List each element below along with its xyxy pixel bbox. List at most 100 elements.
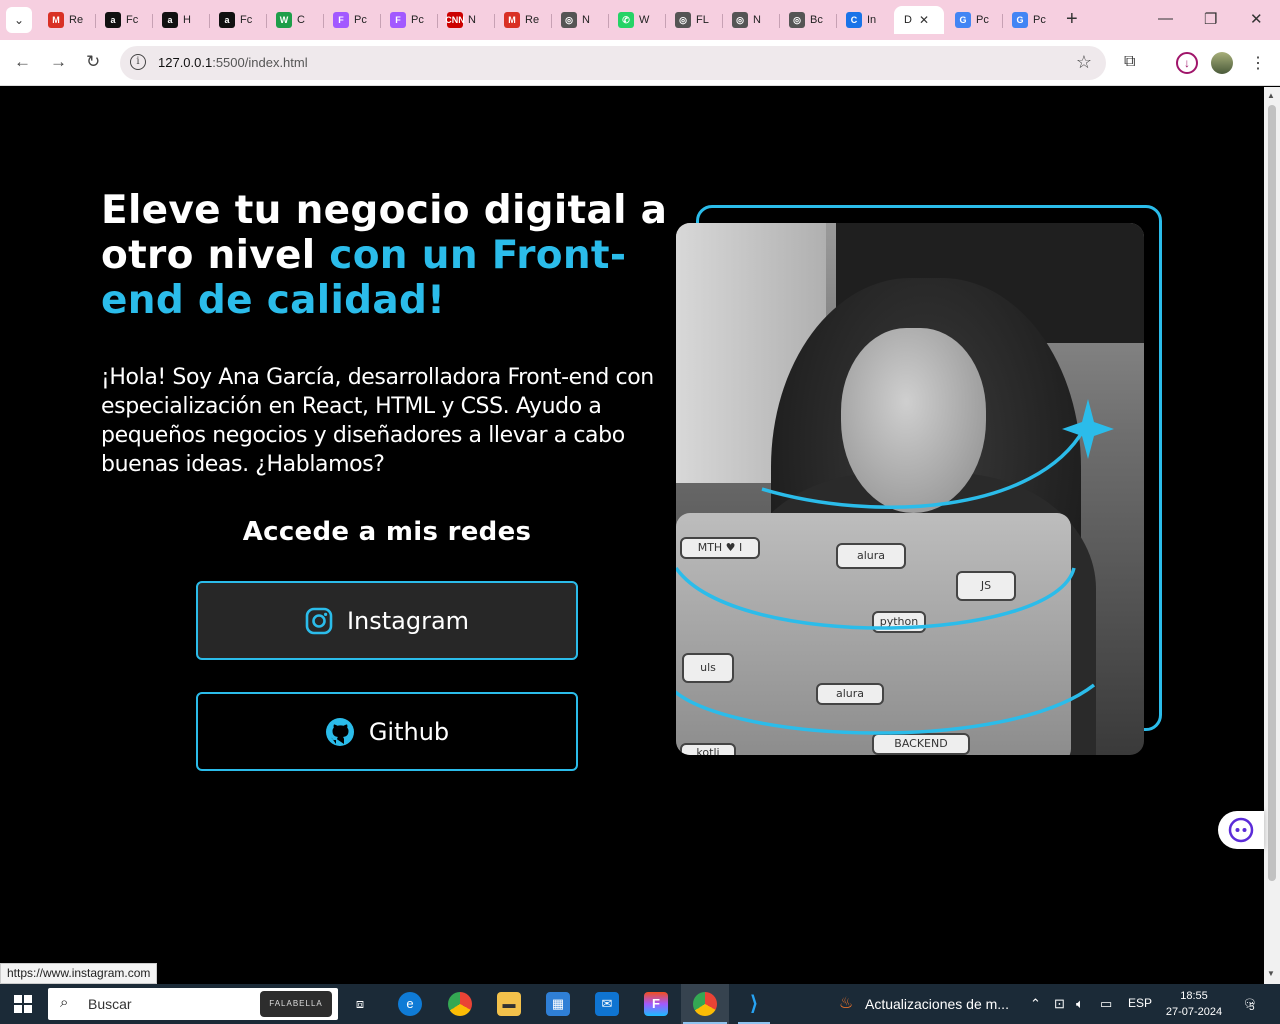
network-icon[interactable]: ▭: [1100, 996, 1112, 1012]
tab-favicon-icon: F: [390, 12, 406, 28]
tab-favicon-icon: CNN: [445, 12, 465, 28]
browser-tab[interactable]: M Re: [494, 6, 551, 34]
github-label: Github: [368, 717, 450, 746]
notification-count: 5: [1249, 1002, 1255, 1013]
profile-avatar[interactable]: [1211, 52, 1233, 74]
browser-tab[interactable]: M Re: [38, 6, 95, 34]
browser-tab[interactable]: G Pc: [945, 6, 1002, 34]
scroll-down-arrow-icon[interactable]: ▼: [1267, 969, 1275, 978]
browser-tab[interactable]: ◎ N: [722, 6, 779, 34]
minimize-button[interactable]: —: [1158, 10, 1173, 27]
taskbar-search[interactable]: ⌕ Buscar FALABELLA: [48, 988, 338, 1020]
tab-search-button[interactable]: ⌄: [6, 7, 32, 33]
download-icon[interactable]: ↓: [1176, 52, 1198, 74]
chrome-active-icon[interactable]: [693, 992, 717, 1016]
tab-title: Pc: [976, 14, 989, 26]
tab-favicon-icon: ◎: [732, 12, 748, 28]
site-info-icon[interactable]: i: [130, 54, 146, 70]
close-window-button[interactable]: ✕: [1250, 10, 1263, 28]
tray-overflow-chevron-icon[interactable]: ⌃: [1030, 996, 1041, 1012]
browser-tab[interactable]: G Pc: [1002, 6, 1059, 34]
menu-kebab-icon[interactable]: ⋮: [1250, 53, 1266, 73]
language-indicator[interactable]: ESP: [1128, 996, 1152, 1010]
tab-title: Pc: [354, 14, 367, 26]
start-button[interactable]: [14, 995, 32, 1013]
extensions-icon[interactable]: ⧉: [1124, 53, 1135, 71]
social-section-title: Accede a mis redes: [242, 517, 532, 547]
tab-title: N: [582, 14, 590, 26]
github-button[interactable]: Github: [196, 692, 578, 771]
search-highlight-badge[interactable]: FALABELLA: [260, 991, 332, 1017]
tab-title: N: [753, 14, 761, 26]
system-clock[interactable]: 18:55 27-07-2024: [1163, 988, 1225, 1020]
forward-button[interactable]: →: [50, 52, 67, 72]
tab-title: H: [183, 14, 191, 26]
mail-icon[interactable]: ✉: [595, 992, 619, 1016]
windows-taskbar: ⌕ Buscar FALABELLA ⧈ e ▬ ▦ ✉ F ⟩ ♨ Actua…: [0, 984, 1280, 1024]
notification-center-button[interactable]: 💬︎ 5: [1240, 994, 1260, 1014]
instagram-button[interactable]: Instagram: [196, 581, 578, 660]
intro-paragraph: ¡Hola! Soy Ana García, desarrolladora Fr…: [101, 365, 654, 477]
back-button[interactable]: ←: [14, 52, 31, 72]
chrome-icon[interactable]: [448, 992, 472, 1016]
tab-title: Re: [525, 14, 540, 26]
tab-favicon-icon: F: [333, 12, 349, 28]
tab-favicon-icon: M: [48, 12, 64, 28]
tab-close-icon[interactable]: ✕: [919, 13, 929, 27]
search-placeholder: Buscar: [88, 996, 132, 1012]
edge-icon[interactable]: e: [398, 992, 422, 1016]
vertical-scrollbar[interactable]: ▲ ▼: [1264, 87, 1280, 984]
tab-favicon-icon: M: [504, 12, 520, 28]
restore-button[interactable]: ❐: [1204, 10, 1217, 28]
volume-icon[interactable]: 🔈︎: [1076, 996, 1084, 1012]
browser-tab[interactable]: ◎ Bc: [779, 6, 836, 34]
vscode-icon[interactable]: ⟩: [742, 992, 766, 1016]
browser-tab[interactable]: ◎ FL: [665, 6, 722, 34]
portrait-image: MTH ♥ Ialura JS python alura BACKEND uls kotli: [676, 223, 1144, 755]
assistant-bubble-button[interactable]: [1218, 811, 1264, 849]
file-explorer-icon[interactable]: ▬: [497, 992, 521, 1016]
browser-tab[interactable]: F Pc: [323, 6, 380, 34]
instagram-label: Instagram: [346, 606, 470, 635]
news-notification-text[interactable]: Actualizaciones de m...: [865, 996, 1009, 1012]
browser-tab[interactable]: a Fc: [95, 6, 152, 34]
scrollbar-thumb[interactable]: [1268, 105, 1276, 881]
hero-photo: MTH ♥ Ialura JS python alura BACKEND uls kotli: [676, 205, 1164, 755]
store-icon[interactable]: ▦: [546, 992, 570, 1016]
browser-tab[interactable]: WC: [266, 6, 323, 34]
tab-favicon-icon: a: [219, 12, 235, 28]
figma-icon[interactable]: F: [644, 992, 668, 1016]
new-tab-button[interactable]: +: [1066, 9, 1078, 29]
meet-icon[interactable]: ⊡: [1054, 996, 1065, 1012]
browser-tab[interactable]: aH: [152, 6, 209, 34]
orbit-lines-decoration: [676, 399, 1114, 735]
tab-title: D: [904, 14, 912, 26]
tab-favicon-icon: ◎: [561, 12, 577, 28]
tab-favicon-icon: G: [955, 12, 971, 28]
url-text[interactable]: 127.0.0.1:5500/index.html: [158, 55, 308, 70]
reload-button[interactable]: ↻: [86, 52, 100, 72]
tab-title: W: [639, 14, 650, 26]
github-icon: [325, 717, 354, 746]
tab-title: Fc: [126, 14, 139, 26]
tab-title: Bc: [810, 14, 823, 26]
task-view-icon[interactable]: ⧈: [348, 992, 372, 1016]
weather-update-icon[interactable]: ♨: [834, 992, 858, 1016]
omnibox[interactable]: i 127.0.0.1:5500/index.html ☆: [120, 46, 1106, 80]
scroll-up-arrow-icon[interactable]: ▲: [1267, 91, 1275, 100]
tab-favicon-icon: ◎: [789, 12, 805, 28]
browser-tab-bar: ⌄ M Re a Fc a Ha Fc W C F Pc F Pc CNN N M Re ◎ N ✆ W ◎ FL ◎ N ◎ Bc…: [0, 0, 1280, 40]
browser-tab[interactable]: D ✕: [894, 6, 944, 34]
browser-tab[interactable]: a Fc: [209, 6, 266, 34]
browser-tab[interactable]: F Pc: [380, 6, 437, 34]
browser-tab[interactable]: ✆ W: [608, 6, 665, 34]
url-host: 127.0.0.1: [158, 55, 213, 70]
address-bar: ← → ↻ i 127.0.0.1:5500/index.html ☆ ⧉ ↓ …: [0, 40, 1280, 86]
clock-time: 18:55: [1180, 990, 1208, 1002]
browser-tab[interactable]: C In: [836, 6, 893, 34]
bookmark-star-icon[interactable]: ☆: [1076, 52, 1092, 73]
link-status-bubble: https://www.instagram.com: [0, 963, 158, 984]
tab-favicon-icon: ✆: [618, 12, 634, 28]
browser-tab[interactable]: ◎ N: [551, 6, 608, 34]
browser-tab[interactable]: CNN N: [437, 6, 494, 34]
